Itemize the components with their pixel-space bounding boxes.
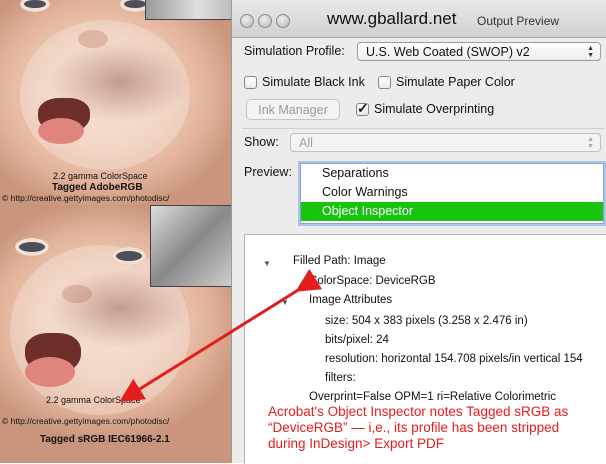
arrow-line [119,268,323,402]
annotation-arrow [119,268,323,402]
